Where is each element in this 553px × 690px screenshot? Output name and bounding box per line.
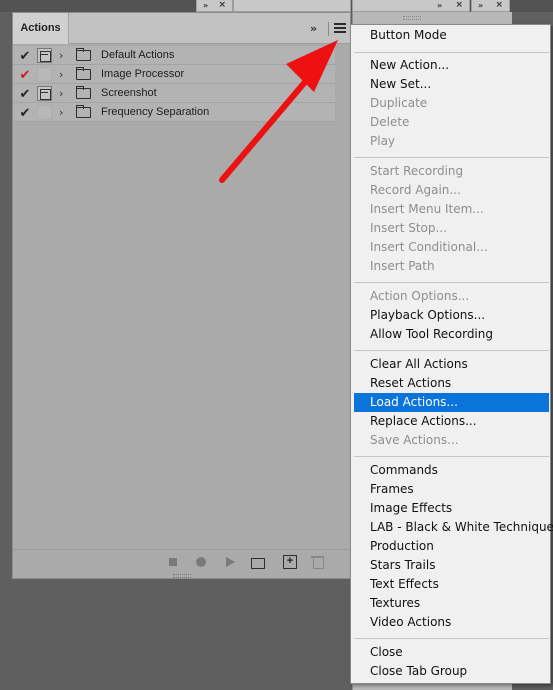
collapse-to-icons-icon[interactable]: »	[310, 22, 324, 36]
menu-item: Save Actions...	[370, 433, 459, 447]
menu-item[interactable]: Text Effects	[354, 575, 549, 594]
panel-flyout-menu: Button Mode New Action... New Set... Duplic…	[350, 24, 553, 684]
menu-item: Record Again...	[370, 183, 461, 197]
toggle-item-check-icon[interactable]: ✔	[17, 65, 33, 84]
menu-item[interactable]: Commands	[354, 461, 549, 480]
toggle-item-check-icon[interactable]: ✔	[17, 46, 33, 65]
expand-panels-icon[interactable]: »	[437, 0, 442, 11]
actions-panel: Actions » ✔ › Default Actions ✔ › Image Proce…	[12, 12, 351, 579]
new-action-icon[interactable]	[283, 555, 297, 569]
menu-item[interactable]: Textures	[354, 594, 549, 613]
menu-separator	[354, 638, 549, 639]
menu-item[interactable]: Allow Tool Recording	[354, 325, 549, 344]
close-icon[interactable]: ×	[495, 0, 503, 11]
menu-item: Insert Menu Item...	[370, 202, 484, 216]
folder-icon[interactable]	[251, 555, 265, 569]
menu-item[interactable]: New Set...	[354, 75, 549, 94]
menu-item: Start Recording	[370, 164, 464, 178]
collapsed-panel-tab-1[interactable]: » ×	[196, 0, 233, 12]
stop-icon[interactable]	[166, 555, 180, 569]
panel-grip[interactable]	[403, 16, 421, 20]
header-divider	[328, 22, 329, 36]
chevron-right-icon[interactable]: ›	[59, 103, 69, 122]
menu-item: Insert Stop...	[370, 221, 447, 235]
menu-item: Play	[370, 134, 396, 148]
panel-header: Actions »	[13, 13, 350, 44]
action-set-row[interactable]: ✔ › Default Actions	[13, 46, 335, 65]
folder-icon	[76, 86, 91, 99]
menu-separator	[354, 157, 549, 158]
menu-item[interactable]: Close	[354, 643, 549, 662]
menu-item[interactable]: Image Effects	[354, 499, 549, 518]
expand-panels-icon[interactable]: »	[478, 0, 483, 11]
panel-resize-grip[interactable]	[173, 574, 191, 578]
folder-icon	[76, 48, 91, 61]
menu-separator	[354, 282, 549, 283]
menu-item[interactable]: Clear All Actions	[354, 355, 549, 374]
toggle-dialog-icon[interactable]	[37, 67, 52, 82]
menu-item[interactable]: Replace Actions...	[354, 412, 549, 431]
menu-item[interactable]: Load Actions...	[354, 393, 549, 412]
menu-item[interactable]: New Action...	[354, 56, 549, 75]
menu-item[interactable]: Reset Actions	[354, 374, 549, 393]
close-icon[interactable]: ×	[218, 0, 226, 11]
action-set-name: Frequency Separation	[101, 106, 210, 118]
folder-icon	[76, 67, 91, 80]
menu-item[interactable]: Playback Options...	[354, 306, 549, 325]
action-set-name: Image Processor	[101, 68, 185, 80]
folder-icon	[76, 105, 91, 118]
menu-item[interactable]: Button Mode	[354, 26, 549, 45]
menu-item: Delete	[370, 115, 410, 129]
menu-item: Duplicate	[370, 96, 428, 110]
action-set-row[interactable]: ✔ › Image Processor	[13, 65, 335, 84]
collapsed-panel-tab-4[interactable]: » ×	[471, 0, 510, 12]
menu-item[interactable]: Production	[354, 537, 549, 556]
menu-item: Insert Path	[370, 259, 435, 273]
record-icon[interactable]	[194, 555, 208, 569]
toggle-dialog-icon[interactable]	[37, 105, 52, 120]
action-set-row[interactable]: ✔ › Frequency Separation	[13, 103, 335, 122]
menu-item: Action Options...	[370, 289, 470, 303]
menu-item[interactable]: LAB - Black & White Technique	[354, 518, 553, 537]
action-set-name: Default Actions	[101, 49, 175, 61]
toggle-item-check-icon[interactable]: ✔	[17, 103, 33, 122]
trash-icon[interactable]	[311, 555, 325, 569]
expand-panels-icon[interactable]: »	[203, 0, 208, 11]
action-set-row[interactable]: ✔ › Screenshot	[13, 84, 335, 103]
menu-item[interactable]: Video Actions	[354, 613, 549, 632]
menu-item: Insert Conditional...	[370, 240, 488, 254]
chevron-right-icon[interactable]: ›	[59, 84, 69, 103]
action-set-name: Screenshot	[101, 87, 157, 99]
menu-item[interactable]: Stars Trails	[354, 556, 549, 575]
panel-menu-icon[interactable]	[334, 23, 346, 35]
toggle-dialog-icon[interactable]	[37, 48, 52, 63]
collapsed-panel-tab-3[interactable]: » ×	[352, 0, 470, 12]
menu-separator	[354, 52, 549, 53]
toggle-dialog-icon[interactable]	[37, 86, 52, 101]
panel-footer	[13, 549, 350, 573]
menu-item[interactable]: Frames	[354, 480, 549, 499]
play-icon[interactable]	[223, 555, 237, 569]
tab-actions[interactable]: Actions	[13, 13, 69, 44]
action-set-list: ✔ › Default Actions ✔ › Image Processor ✔ › Scre…	[13, 46, 350, 122]
collapsed-panel-tab-2	[233, 0, 351, 12]
chevron-right-icon[interactable]: ›	[59, 46, 69, 65]
menu-item[interactable]: Close Tab Group	[354, 662, 549, 681]
chevron-right-icon[interactable]: ›	[59, 65, 69, 84]
menu-separator	[354, 350, 549, 351]
toggle-item-check-icon[interactable]: ✔	[17, 84, 33, 103]
close-icon[interactable]: ×	[455, 0, 463, 11]
menu-separator	[354, 456, 549, 457]
